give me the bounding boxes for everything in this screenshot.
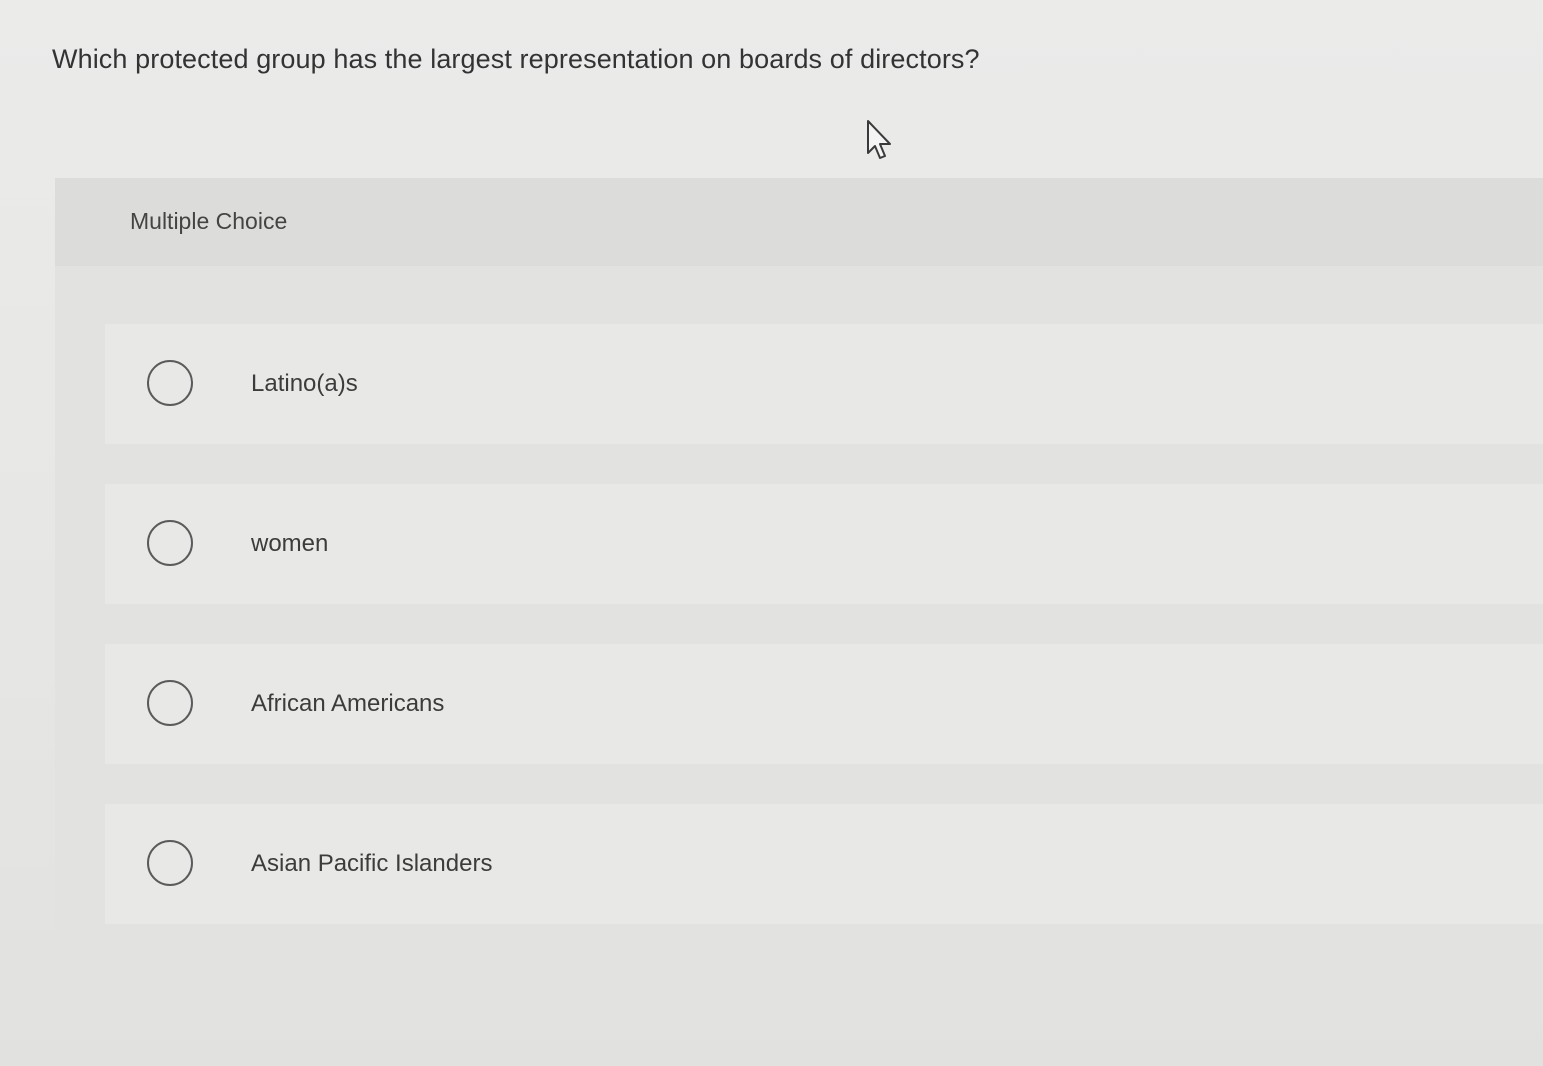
- answer-option-label: Latino(a)s: [251, 370, 358, 397]
- panel-header: Multiple Choice: [55, 178, 1543, 266]
- question-text: Which protected group has the largest re…: [52, 44, 980, 74]
- radio-unselected-icon[interactable]: [147, 840, 193, 886]
- answer-option-1[interactable]: Latino(a)s: [105, 324, 1543, 444]
- answer-option-label: women: [251, 530, 329, 557]
- answer-option-3[interactable]: African Americans: [105, 644, 1543, 764]
- radio-unselected-icon[interactable]: [147, 680, 193, 726]
- mouse-pointer-icon: [867, 120, 891, 159]
- question-type-label: Multiple Choice: [130, 208, 288, 234]
- answer-option-label: African Americans: [251, 690, 445, 717]
- answer-option-2[interactable]: women: [105, 484, 1543, 604]
- multiple-choice-panel: Multiple Choice Latino(a)s women African…: [55, 178, 1543, 996]
- radio-unselected-icon[interactable]: [147, 360, 193, 406]
- answer-option-4[interactable]: Asian Pacific Islanders: [105, 804, 1543, 924]
- radio-unselected-icon[interactable]: [147, 520, 193, 566]
- answer-option-label: Asian Pacific Islanders: [251, 850, 493, 877]
